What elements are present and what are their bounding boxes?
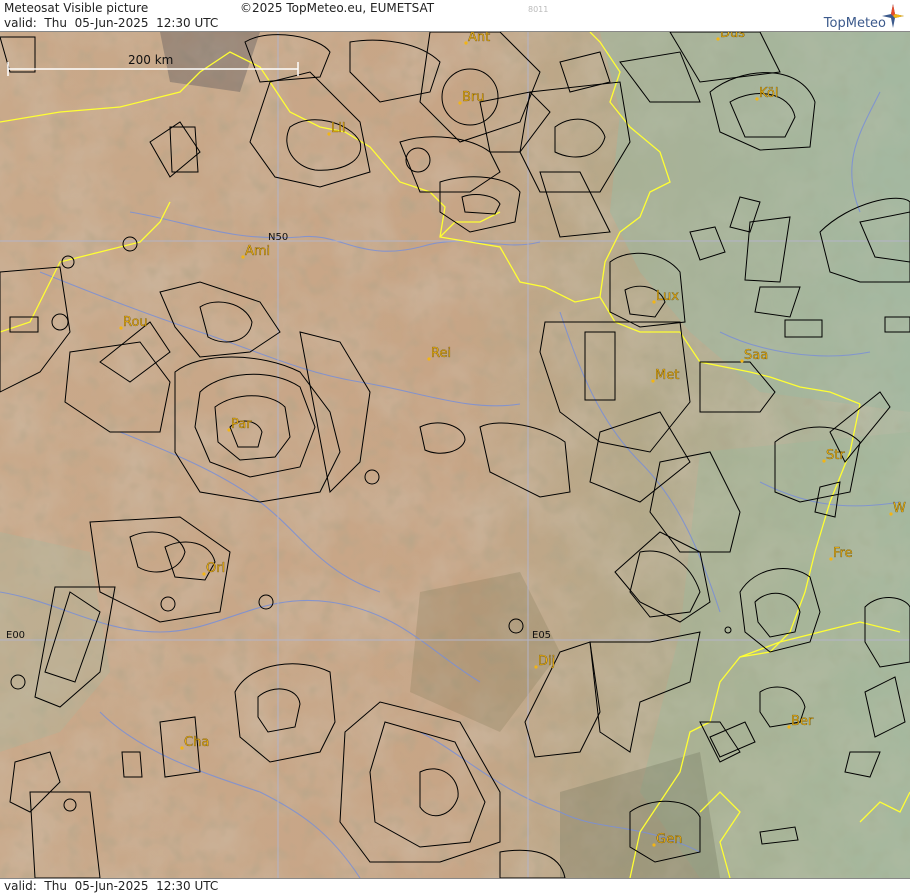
lon-label-e05: E05	[532, 630, 551, 641]
satellite-map: N50 E00 E05 200 km Ant DüsBru KölLilAmiL…	[0, 32, 910, 878]
city-label: Lux	[656, 289, 679, 304]
city-label: Dij	[538, 654, 555, 669]
city-label: Par	[231, 417, 252, 432]
city-label: Orl	[206, 561, 225, 576]
map-viewer: Meteosat Visible picture valid: Thu 05-J…	[0, 0, 910, 893]
city-label: Saa	[744, 348, 768, 363]
city-label: Rei	[431, 346, 451, 361]
city-label: W	[893, 501, 906, 516]
city-label: Str	[826, 448, 845, 463]
city-label: Düs	[720, 32, 745, 41]
image-code: 8011	[528, 5, 549, 14]
city-label: Lil	[331, 121, 345, 136]
city-label: Bru	[462, 90, 485, 105]
city-label: Cha	[184, 735, 209, 750]
valid-time-footer: valid: Thu 05-Jun-2025 12:30 UTC	[4, 879, 219, 893]
picture-title: Meteosat Visible picture	[4, 1, 149, 15]
lon-label-e00: E00	[6, 630, 25, 641]
header-bar: Meteosat Visible picture valid: Thu 05-J…	[0, 0, 910, 32]
footer-bar: valid: Thu 05-Jun-2025 12:30 UTC	[0, 878, 910, 893]
scale-label: 200 km	[128, 53, 173, 67]
copyright: ©2025 TopMeteo.eu, EUMETSAT	[240, 1, 435, 15]
city-label: Ber	[791, 714, 814, 729]
city-label: Rou	[123, 315, 148, 330]
city-label: Gen	[656, 832, 682, 847]
valid-time: valid: Thu 05-Jun-2025 12:30 UTC	[4, 16, 219, 30]
lat-label-n50: N50	[268, 232, 288, 243]
city-label: Köl	[759, 86, 778, 101]
city-label: Met	[655, 368, 679, 383]
city-label: Ant	[468, 32, 490, 45]
brand-logo: TopMeteo	[823, 16, 886, 31]
compass-logo-icon	[882, 4, 904, 28]
city-label: Ami	[245, 244, 270, 259]
city-label: Fre	[833, 546, 853, 561]
